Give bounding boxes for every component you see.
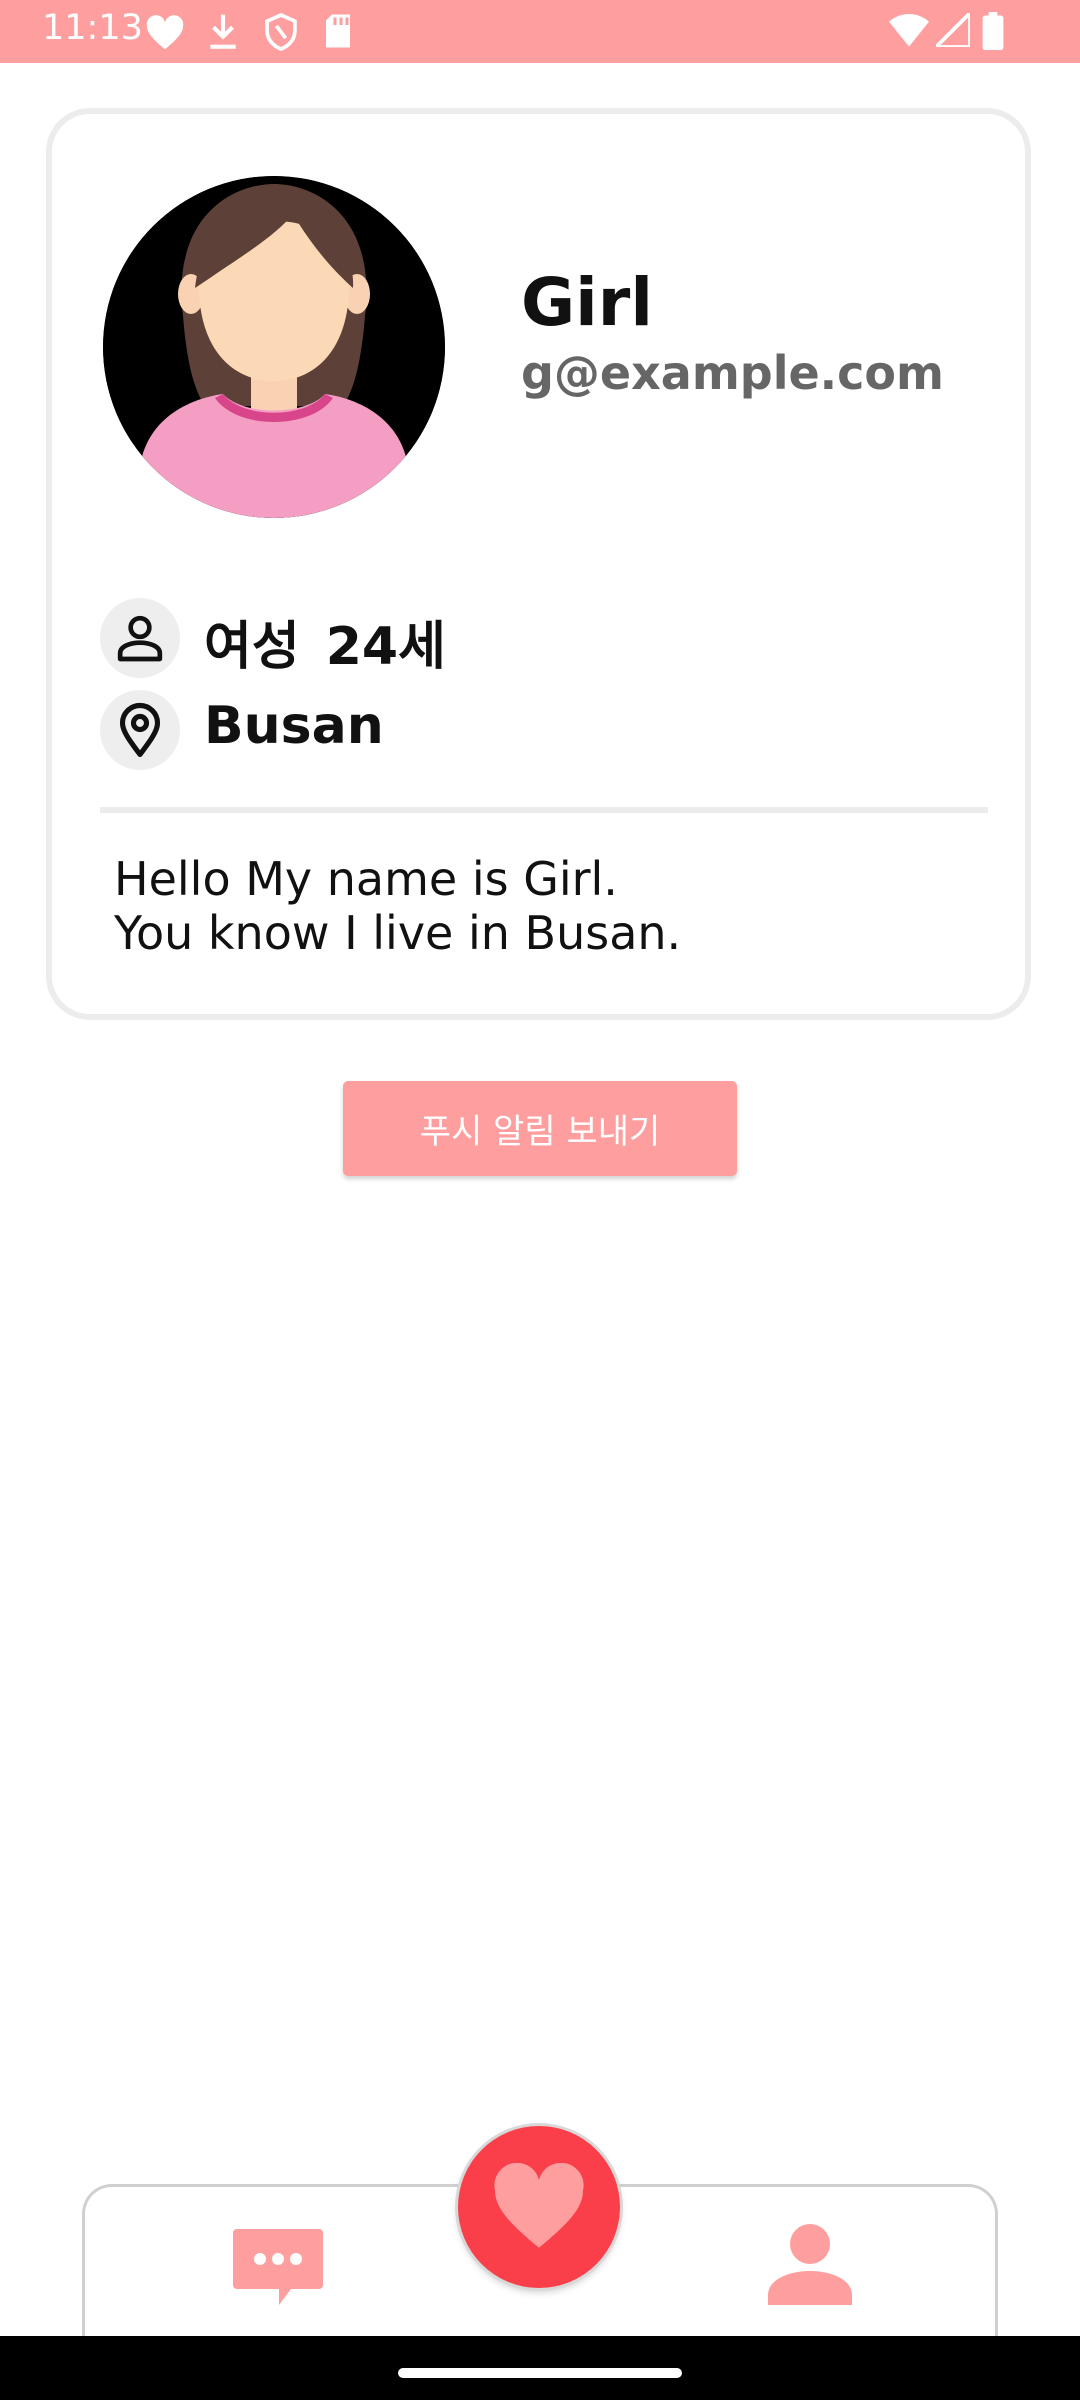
gender-age: 여성 24세 xyxy=(204,604,446,679)
divider xyxy=(100,807,988,813)
bio-line: You know I live in Busan. xyxy=(114,906,682,960)
bio-line: Hello My name is Girl. xyxy=(114,852,618,906)
heart-icon xyxy=(146,15,184,50)
gender-text: 여성 xyxy=(204,617,300,677)
cellular-icon xyxy=(936,13,970,47)
profile-card: Girl g@example.com 여성 24세 Busan Hello My … xyxy=(46,108,1031,1020)
person-outline-icon xyxy=(100,598,180,678)
location-pin-icon xyxy=(100,690,180,770)
home-indicator[interactable] xyxy=(398,2368,682,2378)
location-text: Busan xyxy=(204,696,384,756)
avatar[interactable] xyxy=(103,176,445,518)
battery-icon xyxy=(982,12,1004,50)
send-push-notification-button[interactable]: 푸시 알림 보내기 xyxy=(343,1081,737,1176)
bio-text: Hello My name is Girl. You know I live i… xyxy=(114,852,974,960)
chat-icon[interactable] xyxy=(233,2229,323,2307)
wifi-icon xyxy=(889,14,929,47)
status-time: 11:13 xyxy=(42,8,143,48)
shield-icon xyxy=(265,13,297,51)
user-name: Girl xyxy=(521,264,653,341)
heart-fab-button[interactable] xyxy=(458,2126,620,2288)
avatar-illustration xyxy=(103,176,445,518)
status-bar: 11:13 xyxy=(0,0,1080,63)
sd-card-icon xyxy=(326,14,350,48)
person-icon[interactable] xyxy=(768,2223,852,2305)
heart-icon xyxy=(494,2163,584,2248)
age-text: 24세 xyxy=(325,617,446,677)
download-icon xyxy=(210,14,236,49)
user-email: g@example.com xyxy=(521,346,944,400)
